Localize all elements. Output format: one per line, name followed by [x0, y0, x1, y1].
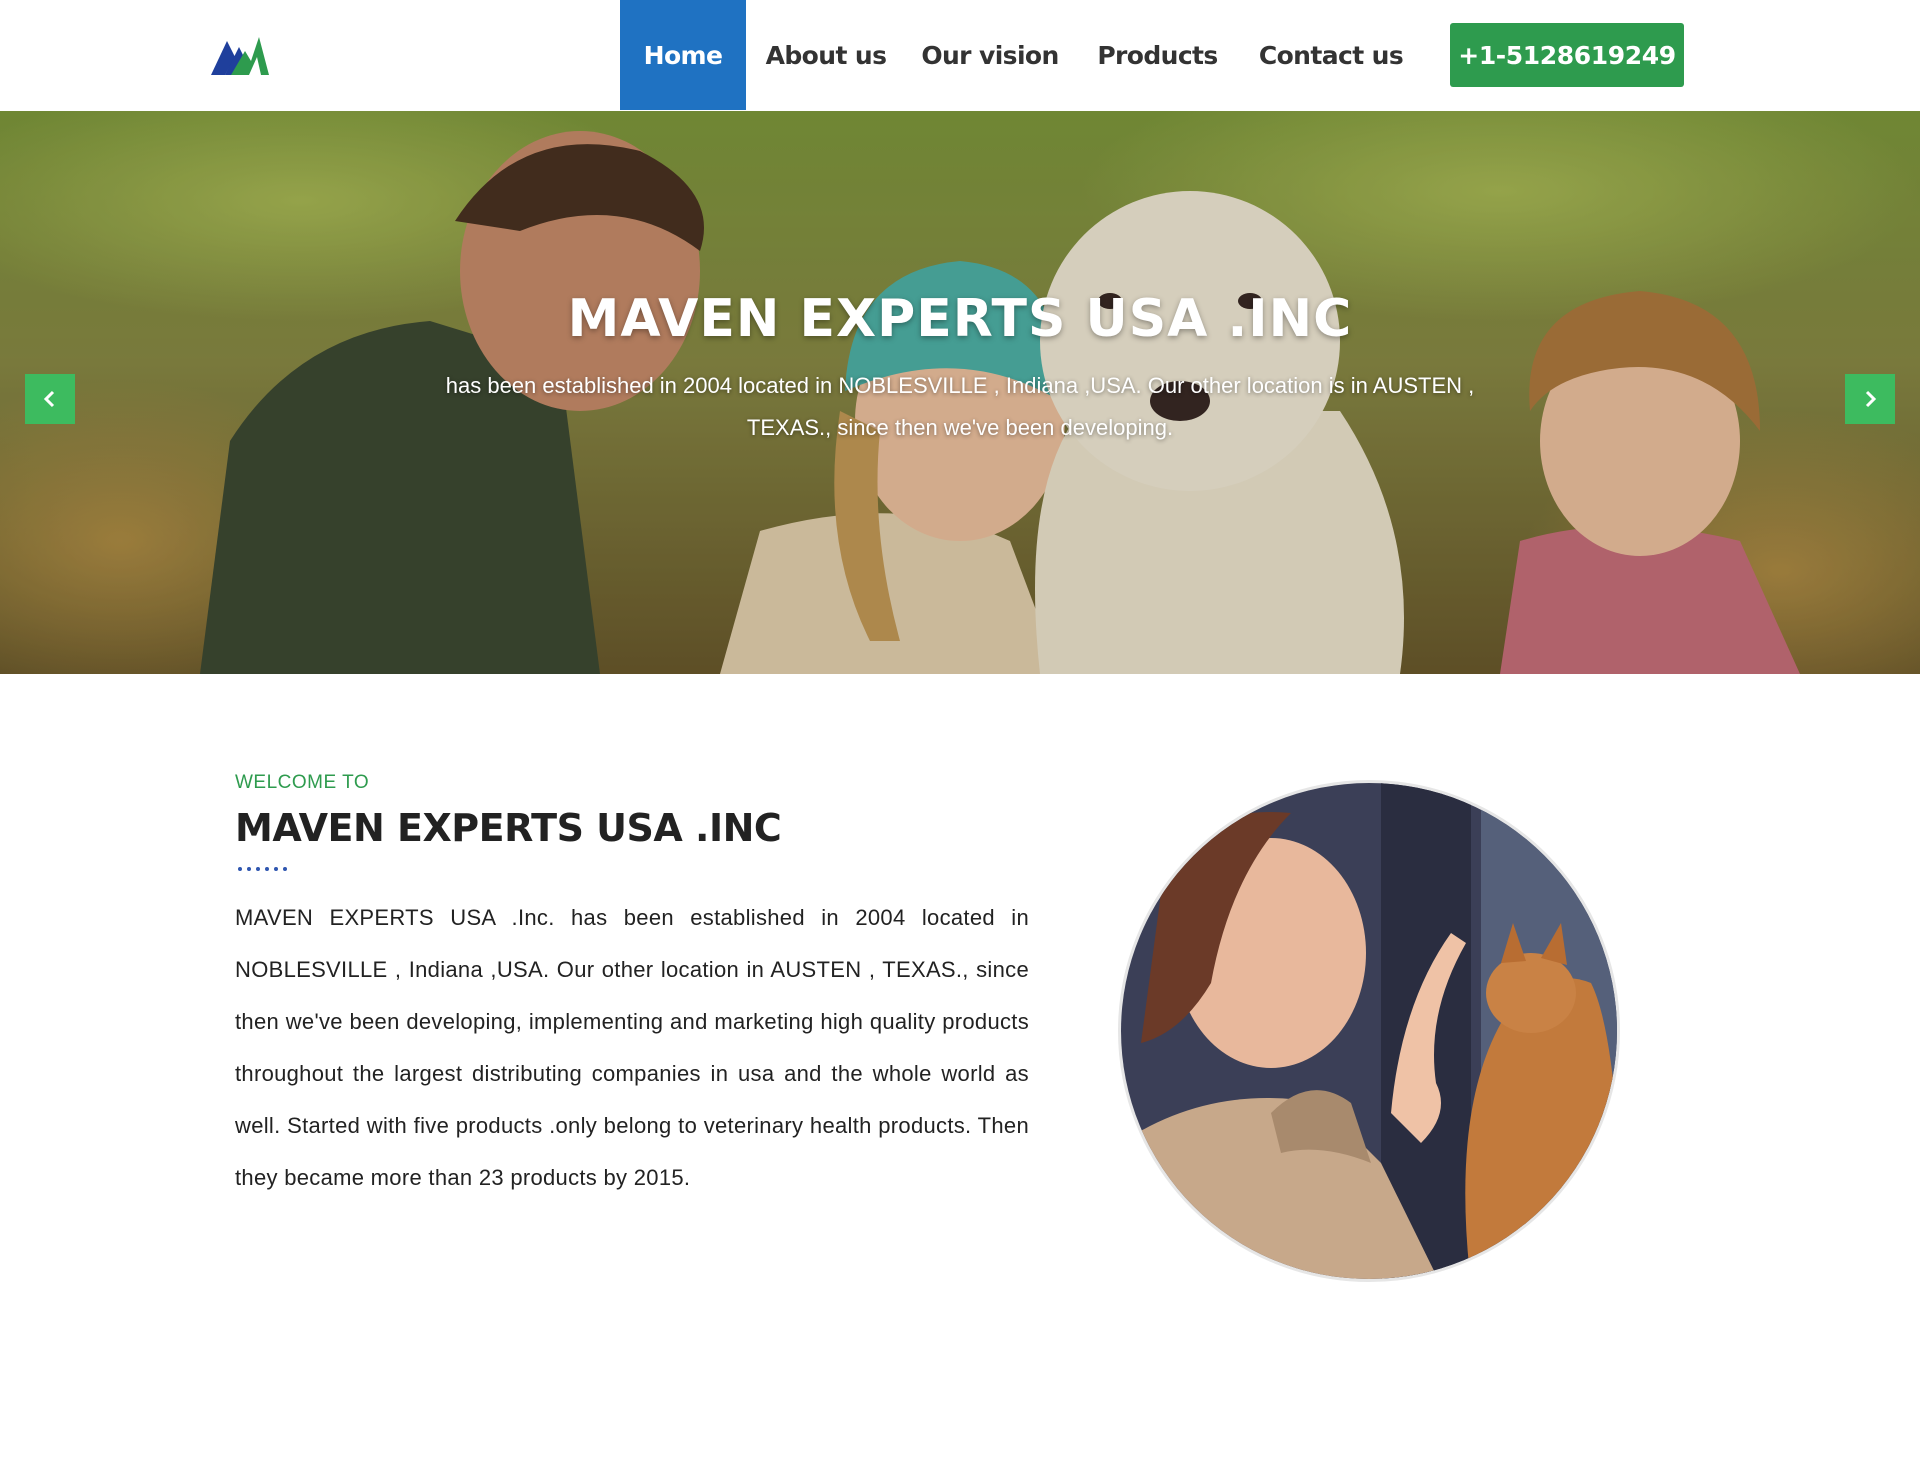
- nav-our-vision[interactable]: Our vision: [906, 0, 1074, 110]
- welcome-title: MAVEN EXPERTS USA .INC: [235, 806, 782, 850]
- divider-dot: [265, 867, 269, 871]
- company-logo[interactable]: [209, 31, 273, 77]
- welcome-body-text: MAVEN EXPERTS USA .Inc. has been establi…: [235, 905, 1029, 1190]
- welcome-kicker: WELCOME TO: [235, 772, 370, 793]
- hero-subtitle: has been established in 2004 located in …: [445, 373, 1475, 440]
- divider-dot: [256, 867, 260, 871]
- nav-home[interactable]: Home: [620, 0, 746, 110]
- main-nav: Home About us Our vision Products Contac…: [620, 0, 1421, 110]
- hero-title: MAVEN EXPERTS USA .INC: [567, 289, 1353, 349]
- divider-dot: [274, 867, 278, 871]
- nav-contact-us[interactable]: Contact us: [1241, 0, 1421, 110]
- site-header: Home About us Our vision Products Contac…: [0, 0, 1920, 111]
- chevron-right-icon: [1865, 390, 1877, 408]
- woman-with-cat-photo: [1118, 780, 1620, 1282]
- hero-slider: MAVEN EXPERTS USA .INC has been establis…: [0, 111, 1920, 674]
- slider-next-button[interactable]: [1845, 374, 1895, 424]
- chevron-left-icon: [43, 390, 55, 408]
- divider-dot: [283, 867, 287, 871]
- nav-about-us[interactable]: About us: [746, 0, 906, 110]
- slider-prev-button[interactable]: [25, 374, 75, 424]
- divider-dot: [247, 867, 251, 871]
- phone-button[interactable]: +1-5128619249: [1450, 23, 1684, 87]
- nav-products[interactable]: Products: [1074, 0, 1241, 110]
- divider-dot: [238, 867, 242, 871]
- title-divider-dots: [238, 867, 287, 871]
